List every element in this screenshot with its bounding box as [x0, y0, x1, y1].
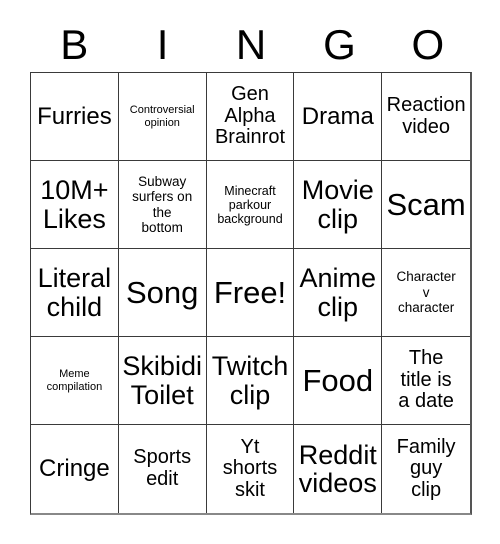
- bingo-cell-label: Twitch clip: [211, 351, 289, 410]
- bingo-cell[interactable]: Twitch clip: [206, 337, 295, 425]
- bingo-cell-label: Literal child: [37, 263, 112, 322]
- bingo-cell-label: Scam: [386, 186, 466, 222]
- bingo-grid: Furries Controversial opinion Gen Alpha Br…: [30, 72, 472, 515]
- header-letter-o: O: [411, 21, 445, 68]
- bingo-cell[interactable]: Scam: [382, 161, 470, 249]
- bingo-cell-label: Free!: [213, 274, 287, 310]
- bingo-cell[interactable]: Yt shorts skit: [207, 425, 295, 513]
- bingo-cell[interactable]: Food: [294, 337, 383, 425]
- bingo-cell[interactable]: Reaction video: [382, 73, 470, 161]
- bingo-cell[interactable]: Drama: [294, 73, 383, 161]
- bingo-cell-label: Character v character: [396, 269, 456, 316]
- bingo-cell[interactable]: Reddit videos: [294, 425, 383, 513]
- bingo-cell-label: Subway surfers on the bottom: [132, 173, 193, 235]
- bingo-cell[interactable]: The title is a date: [382, 337, 470, 425]
- header-letter-g: G: [323, 21, 356, 68]
- bingo-cell[interactable]: Sports edit: [119, 425, 207, 513]
- bingo-cell[interactable]: Cringe: [31, 425, 119, 513]
- header-letter-i: I: [156, 21, 169, 68]
- bingo-cell-label: The title is a date: [398, 347, 454, 413]
- bingo-cell[interactable]: Song: [118, 249, 207, 337]
- bingo-cell[interactable]: Meme compilation: [31, 337, 119, 425]
- bingo-cell[interactable]: Movie clip: [294, 161, 383, 249]
- bingo-cell-label: Minecraft parkour background: [217, 183, 283, 226]
- bingo-cell-label: Gen Alpha Brainrot: [214, 83, 285, 149]
- bingo-cell-label: Meme compilation: [46, 367, 103, 393]
- bingo-cell-label: Reddit videos: [298, 439, 377, 498]
- bingo-cell-label: Drama: [301, 102, 374, 130]
- bingo-cell[interactable]: Anime clip: [294, 249, 383, 337]
- bingo-cell-label: Yt shorts skit: [222, 435, 278, 501]
- bingo-cell-label: Skibidi Toilet: [122, 351, 202, 410]
- bingo-cell-label: Family guy clip: [396, 435, 456, 501]
- bingo-cell[interactable]: Gen Alpha Brainrot: [206, 73, 295, 161]
- header-letter-b: B: [60, 21, 89, 68]
- bingo-cell[interactable]: Subway surfers on the bottom: [118, 161, 207, 249]
- bingo-cell-label: Movie clip: [301, 175, 374, 234]
- bingo-cell[interactable]: Character v character: [382, 249, 470, 337]
- bingo-cell-label: Reaction video: [386, 93, 466, 138]
- bingo-cell-label: Anime clip: [299, 263, 377, 322]
- bingo-cell-label: Controversial opinion: [129, 103, 195, 129]
- bingo-cell[interactable]: Controversial opinion: [118, 73, 207, 161]
- bingo-cell[interactable]: Family guy clip: [382, 425, 470, 513]
- bingo-cell-label: Song: [125, 274, 199, 310]
- header-letter-n: N: [235, 21, 267, 68]
- bingo-cell-free[interactable]: Free!: [206, 249, 295, 337]
- bingo-header-row: B I N G O: [30, 18, 472, 72]
- bingo-cell[interactable]: Literal child: [31, 249, 119, 337]
- bingo-cell[interactable]: Minecraft parkour background: [206, 161, 295, 249]
- bingo-cell[interactable]: 10M+ Likes: [31, 161, 119, 249]
- bingo-cell[interactable]: Furries: [31, 73, 119, 161]
- bingo-cell[interactable]: Skibidi Toilet: [118, 337, 207, 425]
- bingo-cell-label: Food: [302, 362, 374, 398]
- bingo-cell-label: 10M+ Likes: [40, 175, 109, 234]
- bingo-cell-label: Cringe: [39, 455, 110, 483]
- bingo-cell-label: Furries: [37, 102, 112, 130]
- bingo-card: B I N G O Furries Controversial opinion Ge…: [0, 0, 500, 544]
- bingo-cell-label: Sports edit: [133, 446, 192, 490]
